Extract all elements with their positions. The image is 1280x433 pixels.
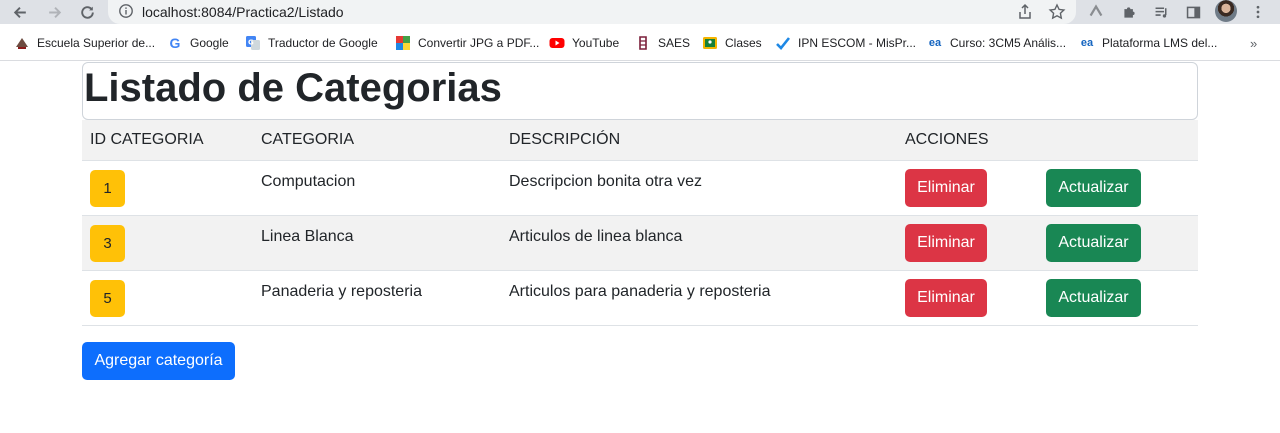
id-badge: 5 — [90, 280, 125, 317]
bookmark-label: Google — [190, 36, 229, 50]
bookmark-saes[interactable]: SAES — [635, 34, 690, 52]
bookmark-label: Clases — [725, 36, 762, 50]
menu-dots-icon[interactable] — [1248, 2, 1268, 22]
bookmark-label: YouTube — [572, 36, 620, 50]
update-button[interactable]: Actualizar — [1046, 224, 1141, 262]
extension-icon[interactable] — [1086, 2, 1106, 22]
reading-list-icon[interactable] — [1151, 2, 1171, 22]
jpg2pdf-favicon-icon — [395, 35, 411, 51]
translate-favicon-icon: G — [245, 35, 261, 51]
bookmark-label: Convertir JPG a PDF... — [418, 36, 540, 50]
address-bar[interactable]: localhost:8084/Practica2/Listado — [108, 0, 1076, 24]
bookmarks-overflow-button[interactable]: » — [1250, 36, 1257, 51]
arrow-left-icon — [13, 6, 26, 18]
bookmark-google[interactable]: G Google — [167, 34, 229, 52]
reload-button[interactable] — [75, 0, 99, 24]
bookmark-label: IPN ESCOM - MisPr... — [798, 36, 917, 50]
descripcion-cell: Descripcion bonita otra vez — [509, 173, 702, 190]
update-button[interactable]: Actualizar — [1046, 279, 1141, 317]
descripcion-cell: Articulos de linea blanca — [509, 228, 683, 245]
page-title-box: Listado de Categorias — [82, 62, 1198, 120]
bookmarks-bar: Escuela Superior de... G Google G Traduc… — [0, 24, 1280, 61]
delete-button[interactable]: Eliminar — [905, 169, 987, 207]
categories-table: ID CATEGORIA CATEGORIA DESCRIPCIÓN ACCIO… — [82, 120, 1198, 326]
column-header-categoria: CATEGORIA — [261, 131, 355, 148]
reload-icon — [80, 5, 94, 19]
bookmark-escuela-superior[interactable]: Escuela Superior de... — [14, 34, 155, 52]
table-row: 3 Linea Blanca Articulos de linea blanca… — [82, 216, 1198, 271]
bookmark-label: Traductor de Google — [268, 36, 378, 50]
bookmark-star-icon[interactable] — [1048, 3, 1066, 21]
info-icon[interactable] — [118, 3, 134, 19]
bookmark-plataforma-lms[interactable]: ea Plataforma LMS del... — [1079, 34, 1218, 52]
column-header-acciones: ACCIONES — [905, 131, 989, 148]
puzzle-icon[interactable] — [1119, 2, 1139, 22]
bookmark-convertir-jpg[interactable]: Convertir JPG a PDF... — [395, 34, 539, 52]
table-row: 5 Panaderia y reposteria Articulos para … — [82, 271, 1198, 326]
table-header: ID CATEGORIA CATEGORIA DESCRIPCIÓN ACCIO… — [82, 120, 1198, 161]
update-button[interactable]: Actualizar — [1046, 169, 1141, 207]
arrow-right-icon — [48, 6, 61, 18]
bookmark-ipn-escom[interactable]: IPN ESCOM - MisPr... — [775, 34, 916, 52]
bookmark-label: Plataforma LMS del... — [1102, 36, 1218, 50]
categoria-cell: Computacion — [261, 173, 356, 190]
ea-favicon-icon: ea — [928, 37, 942, 49]
google-favicon-icon: G — [169, 35, 181, 51]
id-badge: 3 — [90, 225, 125, 262]
page-title: Listado de Categorias — [84, 66, 502, 110]
categoria-cell: Linea Blanca — [261, 228, 354, 245]
url-text[interactable]: localhost:8084/Practica2/Listado — [142, 4, 344, 20]
profile-avatar[interactable] — [1215, 0, 1237, 22]
bookmark-label: SAES — [658, 36, 691, 50]
ipn-favicon-icon — [635, 35, 651, 51]
classroom-favicon-icon — [702, 35, 718, 51]
school-favicon-icon — [14, 35, 30, 51]
table-row: 1 Computacion Descripcion bonita otra ve… — [82, 161, 1198, 216]
id-badge: 1 — [90, 170, 125, 207]
youtube-favicon-icon — [549, 35, 565, 51]
column-header-descripcion: DESCRIPCIÓN — [509, 131, 621, 148]
column-header-id: ID CATEGORIA — [90, 131, 204, 148]
back-button[interactable] — [8, 0, 32, 24]
check-favicon-icon — [775, 35, 791, 51]
bookmark-label: Escuela Superior de... — [37, 36, 156, 50]
forward-button[interactable] — [42, 0, 66, 24]
svg-text:G: G — [248, 39, 254, 47]
bookmark-curso-3cm5[interactable]: ea Curso: 3CM5 Anális... — [927, 34, 1066, 52]
descripcion-cell: Articulos para panaderia y reposteria — [509, 283, 771, 300]
ea-favicon-icon: ea — [1080, 37, 1094, 49]
browser-toolbar: localhost:8084/Practica2/Listado — [0, 0, 1280, 24]
share-icon[interactable] — [1016, 3, 1034, 21]
categoria-cell: Panaderia y reposteria — [261, 283, 422, 300]
side-panel-icon[interactable] — [1183, 2, 1203, 22]
delete-button[interactable]: Eliminar — [905, 224, 987, 262]
bookmark-clases[interactable]: Clases — [702, 34, 762, 52]
bookmark-label: Curso: 3CM5 Anális... — [950, 36, 1067, 50]
bookmark-youtube[interactable]: YouTube — [549, 34, 619, 52]
bookmark-traductor[interactable]: G Traductor de Google — [245, 34, 378, 52]
add-category-button[interactable]: Agregar categoría — [82, 342, 235, 380]
delete-button[interactable]: Eliminar — [905, 279, 987, 317]
